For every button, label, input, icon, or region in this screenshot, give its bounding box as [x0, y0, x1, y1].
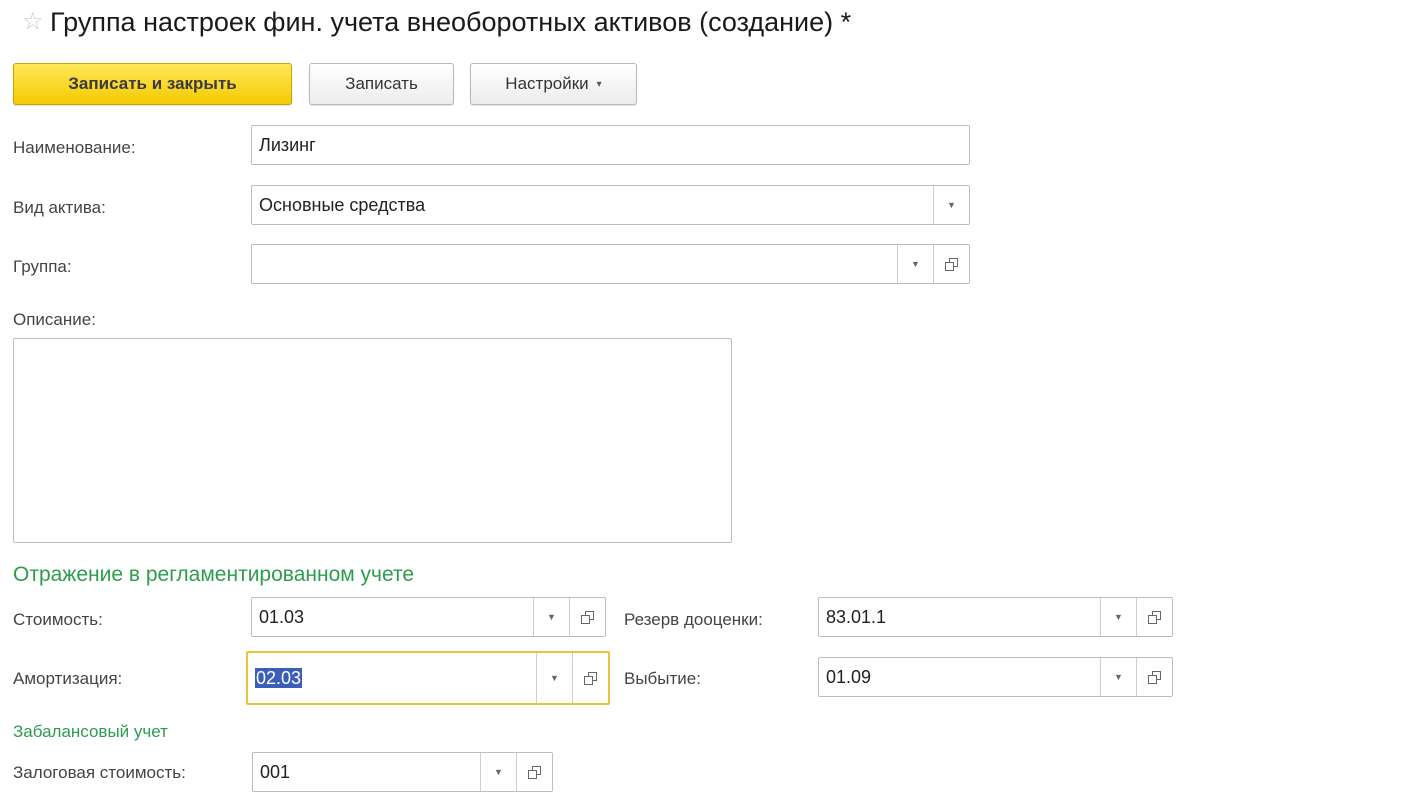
settings-label: Настройки — [505, 74, 589, 93]
dropdown-arrow-icon[interactable]: ▼ — [1100, 598, 1136, 636]
asset-type-value: Основные средства — [259, 194, 426, 215]
dropdown-arrow-icon[interactable]: ▼ — [480, 753, 516, 791]
name-label: Наименование: — [13, 138, 136, 157]
dropdown-arrow-icon[interactable]: ▼ — [1100, 658, 1136, 696]
disposal-field[interactable]: 01.09 ▼ — [818, 657, 1173, 697]
cost-field[interactable]: 01.03 ▼ — [251, 597, 606, 637]
disposal-label: Выбытие: — [624, 669, 701, 688]
revaluation-field[interactable]: 83.01.1 ▼ — [818, 597, 1173, 637]
open-icon[interactable] — [516, 753, 552, 791]
settings-button[interactable]: Настройки ▾ — [470, 63, 637, 105]
favorite-star-icon[interactable]: ☆ — [22, 9, 44, 35]
cost-value: 01.03 — [259, 606, 305, 627]
save-label: Записать — [345, 74, 418, 93]
open-icon[interactable] — [1136, 598, 1172, 636]
regulated-section-title: Отражение в регламентированном учете — [13, 563, 415, 586]
group-field[interactable]: ▼ — [251, 244, 970, 284]
depreciation-field[interactable]: 02.03 ▼ — [246, 651, 610, 705]
form-title: Группа настроек фин. учета внеоборотных … — [50, 7, 852, 37]
revaluation-value: 83.01.1 — [826, 606, 887, 627]
dropdown-arrow-icon[interactable]: ▼ — [536, 653, 572, 703]
save-button[interactable]: Записать — [309, 63, 454, 105]
asset-type-field[interactable]: Основные средства ▼ — [251, 185, 970, 225]
cost-label: Стоимость: — [13, 610, 103, 629]
description-label: Описание: — [13, 310, 96, 329]
disposal-value: 01.09 — [826, 666, 872, 687]
open-icon[interactable] — [933, 245, 969, 283]
dropdown-arrow-icon[interactable]: ▼ — [897, 245, 933, 283]
revaluation-label: Резерв дооценки: — [624, 610, 763, 629]
pledge-value: 001 — [260, 761, 291, 782]
description-textarea[interactable] — [13, 338, 732, 543]
group-label: Группа: — [13, 257, 72, 276]
open-icon[interactable] — [572, 653, 608, 703]
chevron-down-icon: ▾ — [596, 78, 602, 90]
offbalance-section-title: Забалансовый учет — [13, 722, 168, 741]
save-and-close-label: Записать и закрыть — [68, 74, 237, 93]
pledge-field[interactable]: 001 ▼ — [252, 752, 553, 792]
open-icon[interactable] — [1136, 658, 1172, 696]
name-value: Лизинг — [259, 134, 316, 155]
depreciation-label: Амортизация: — [13, 669, 123, 688]
pledge-label: Залоговая стоимость: — [13, 763, 186, 782]
dropdown-arrow-icon[interactable]: ▼ — [933, 186, 969, 224]
depreciation-value: 02.03 — [255, 667, 303, 688]
dropdown-arrow-icon[interactable]: ▼ — [533, 598, 569, 636]
save-and-close-button[interactable]: Записать и закрыть — [13, 63, 292, 105]
open-icon[interactable] — [569, 598, 605, 636]
asset-type-label: Вид актива: — [13, 198, 106, 217]
name-field[interactable]: Лизинг — [251, 125, 970, 165]
